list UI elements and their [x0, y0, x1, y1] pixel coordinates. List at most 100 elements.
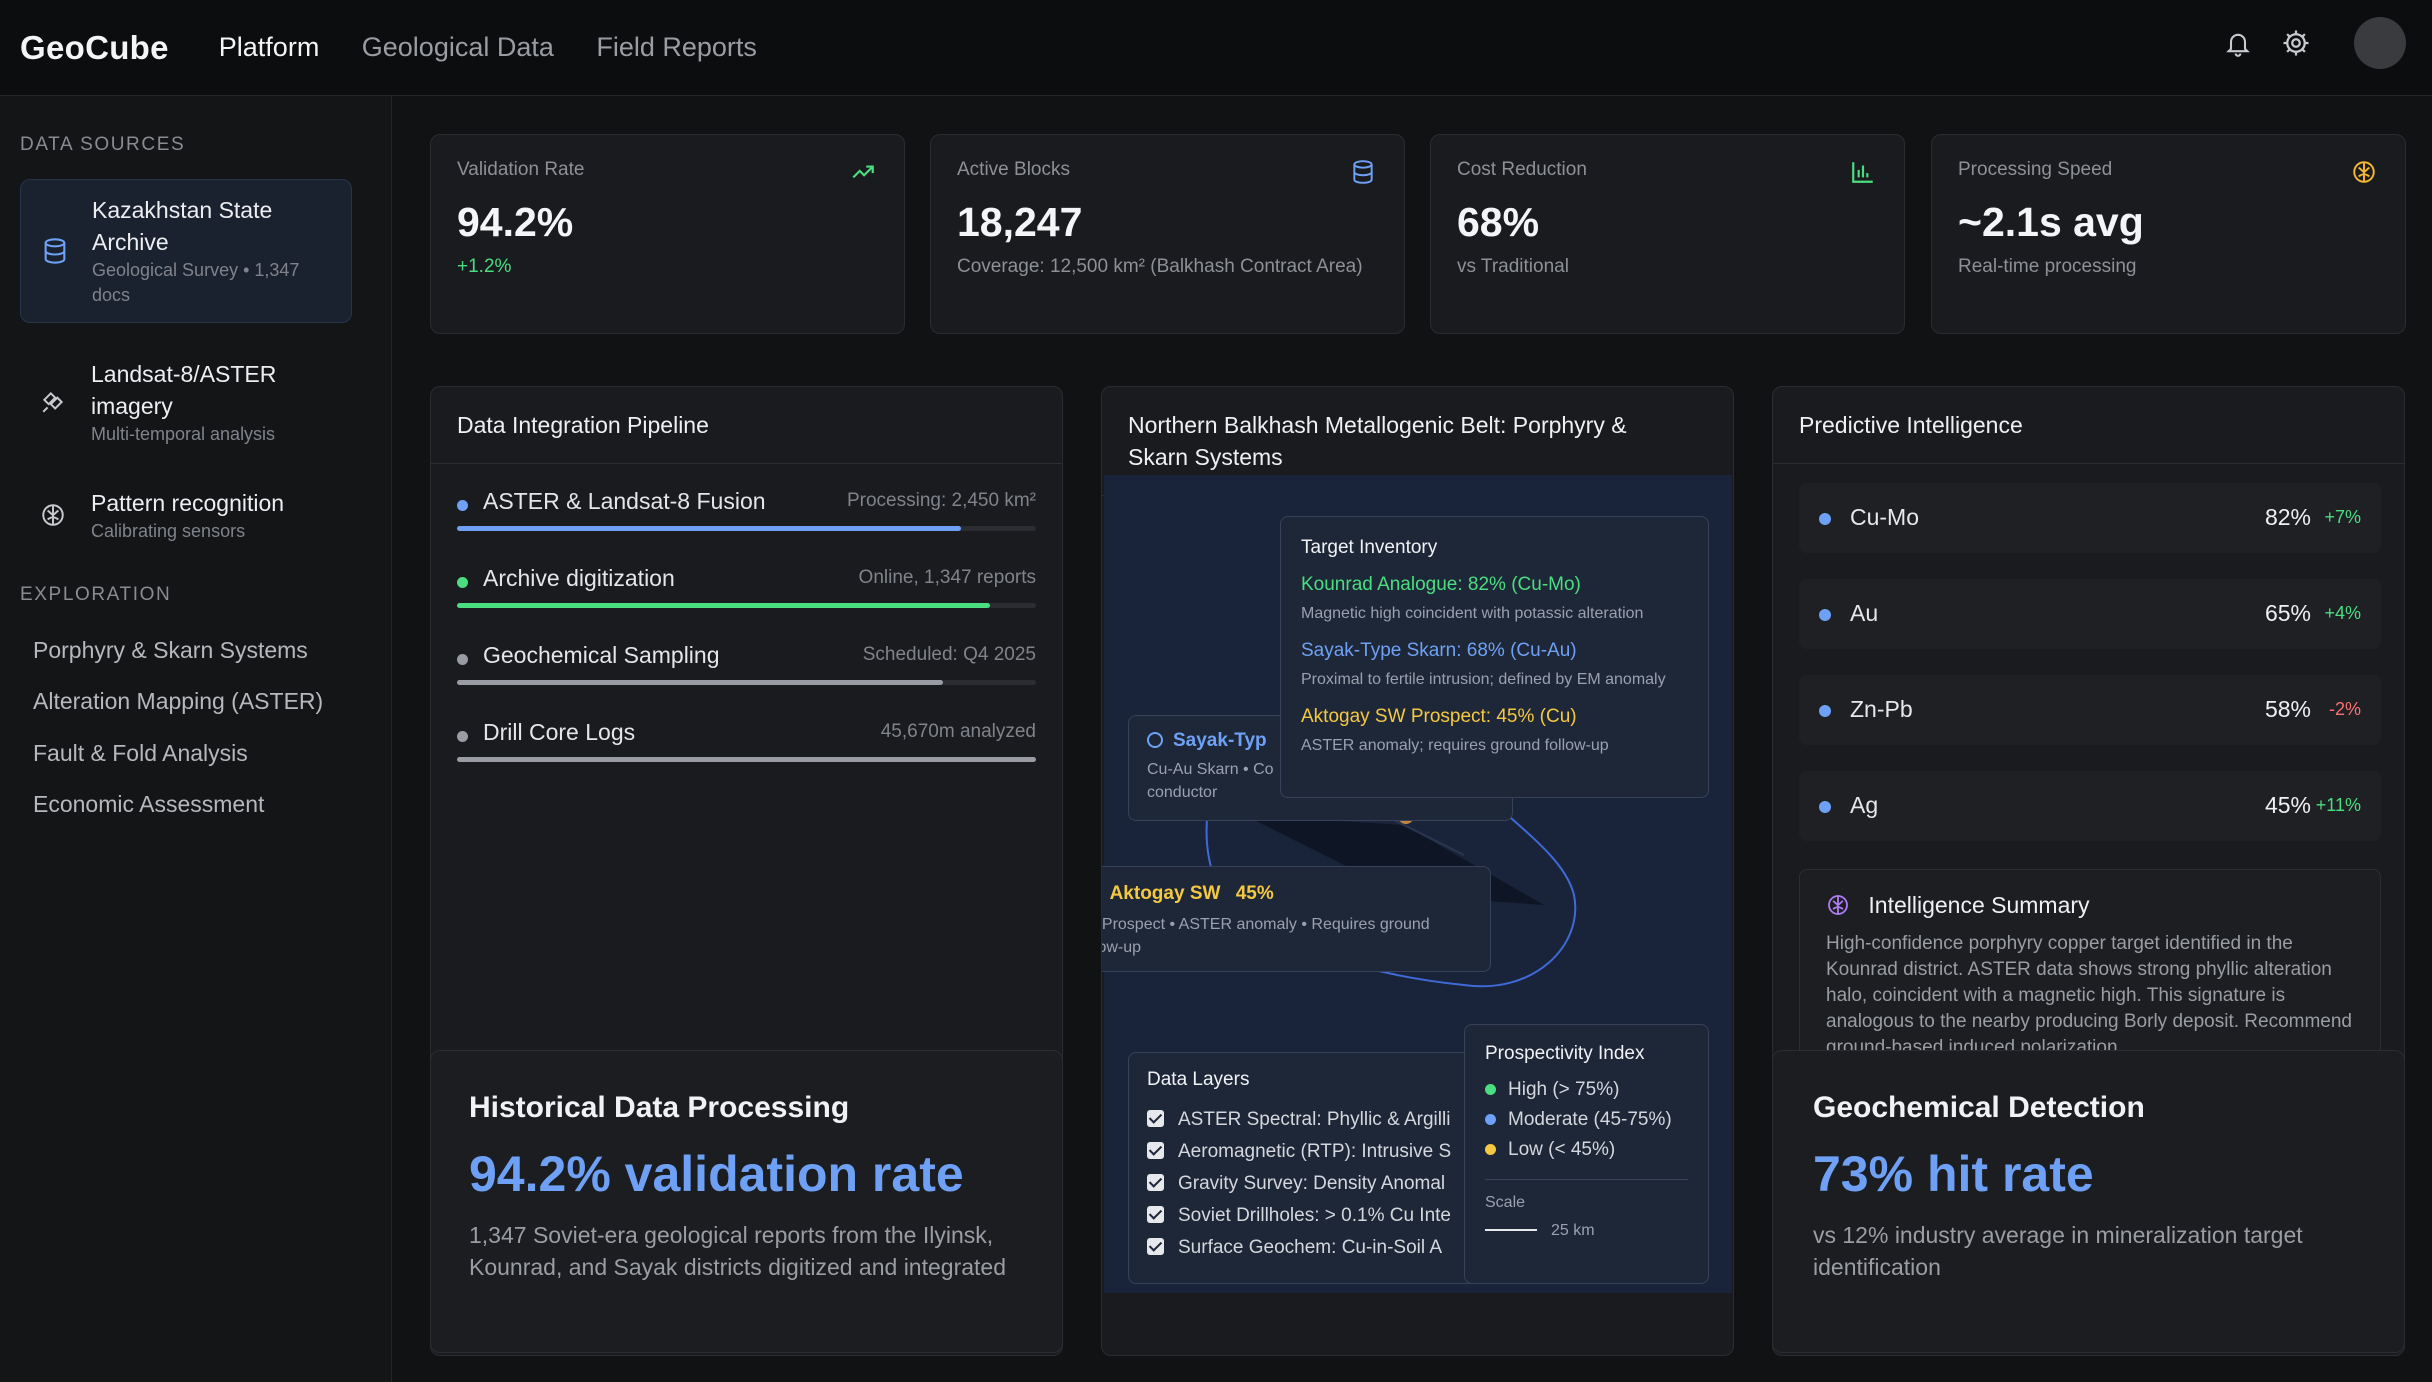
sidebar-item-porphyry-skarn[interactable]: Porphyry & Skarn Systems: [33, 637, 308, 664]
inventory-heading: Target Inventory: [1301, 537, 1438, 558]
summary-title: Intelligence Summary: [1868, 892, 2090, 918]
predictive-title: Predictive Intelligence: [1773, 387, 2404, 464]
sidebar-item-economic-assessment[interactable]: Economic Assessment: [33, 791, 264, 818]
prediction-row[interactable]: Zn-Pb 58% -2%: [1799, 675, 2381, 745]
database-icon: [1350, 159, 1378, 187]
inventory-name: Sayak-Type Skarn: 68% (Cu-Au): [1301, 640, 1577, 661]
inventory-item[interactable]: Kounrad Analogue: 82% (Cu-Mo) Magnetic h…: [1301, 573, 1688, 625]
layer-item[interactable]: ASTER Spectral: Phyllic & Argilli: [1147, 1109, 1450, 1131]
stat-delta: +1.2%: [457, 256, 512, 277]
pipeline-name: ASTER & Landsat-8 Fusion: [483, 488, 766, 514]
intelligence-summary: Intelligence Summary High-confidence por…: [1799, 869, 2381, 1069]
progress-track: [457, 603, 1036, 608]
layer-label: ASTER Spectral: Phyllic & Argilli: [1178, 1109, 1451, 1130]
pipeline-name: Archive digitization: [483, 565, 675, 591]
progress-track: [457, 680, 1036, 685]
pipeline-status: Processing: 2,450 km²: [846, 490, 1036, 511]
stat-label: Processing Speed: [1958, 159, 2113, 180]
nav-platform[interactable]: Platform: [219, 32, 320, 63]
legend-item: Low (< 45%): [1485, 1139, 1688, 1161]
gear-icon[interactable]: [2278, 25, 2314, 61]
stat-card-validation-rate: Validation Rate 94.2% +1.2%: [430, 134, 905, 334]
status-dot: [1819, 705, 1831, 717]
warning-icon: [1102, 883, 1110, 904]
layer-label: Soviet Drillholes: > 0.1% Cu Inte: [1178, 1205, 1451, 1226]
checkbox[interactable]: [1147, 1110, 1164, 1127]
prediction-row[interactable]: Cu-Mo 82% +7%: [1799, 483, 2381, 553]
satellite-icon: [40, 389, 68, 417]
highlight-title: Geochemical Detection: [1813, 1091, 2145, 1124]
checkbox[interactable]: [1147, 1206, 1164, 1223]
aktogay-title: Aktogay SW: [1109, 883, 1221, 904]
stat-label: Cost Reduction: [1457, 159, 1587, 180]
historical-data-card: Historical Data Processing 94.2% validat…: [430, 1050, 1063, 1353]
source-title: Kazakhstan State Archive: [92, 197, 273, 255]
highlight-value: 94.2% validation rate: [469, 1146, 964, 1202]
layer-item[interactable]: Aeromagnetic (RTP): Intrusive S: [1147, 1141, 1451, 1163]
progress-fill: [457, 680, 944, 685]
prediction-row[interactable]: Ag 45% +11%: [1799, 771, 2381, 841]
stat-card-active-blocks: Active Blocks 18,247 Coverage: 12,500 km…: [930, 134, 1405, 334]
pipeline-row[interactable]: Drill Core Logs 45,670m analyzed: [457, 719, 1036, 769]
inventory-item[interactable]: Sayak-Type Skarn: 68% (Cu-Au) Proximal t…: [1301, 639, 1688, 691]
layer-label: Gravity Survey: Density Anomal: [1178, 1173, 1446, 1194]
legend-heading: Prospectivity Index: [1485, 1043, 1645, 1064]
sidebar-item-landsat[interactable]: Landsat-8/ASTER imagery Multi-temporal a…: [20, 344, 352, 461]
legend-label: High (> 75%): [1508, 1079, 1620, 1100]
highlight-title: Historical Data Processing: [469, 1091, 850, 1124]
stat-subtitle: Coverage: 12,500 km² (Balkhash Contract …: [957, 256, 1363, 277]
status-dot: [1819, 801, 1831, 813]
progress-fill: [457, 603, 990, 608]
layer-item[interactable]: Surface Geochem: Cu-in-Soil A: [1147, 1237, 1442, 1259]
prediction-row[interactable]: Au 65% +4%: [1799, 579, 2381, 649]
element-pct: 65%: [2264, 600, 2311, 626]
legend-dot: [1485, 1144, 1496, 1155]
pipeline-row[interactable]: ASTER & Landsat-8 Fusion Processing: 2,4…: [457, 488, 1036, 538]
source-title: Landsat-8/ASTER imagery: [91, 361, 277, 419]
aktogay-tooltip[interactable]: Aktogay SW 45% Cu Prospect • ASTER anoma…: [1101, 866, 1491, 972]
stat-label: Validation Rate: [457, 159, 585, 180]
status-dot: [457, 577, 468, 588]
layer-item[interactable]: Gravity Survey: Density Anomal: [1147, 1173, 1445, 1195]
legend-dot: [1485, 1084, 1496, 1095]
sidebar-item-alteration-mapping[interactable]: Alteration Mapping (ASTER): [33, 688, 323, 715]
pipeline-row[interactable]: Archive digitization Online, 1,347 repor…: [457, 565, 1036, 615]
element-pct: 58%: [2264, 696, 2311, 722]
legend-item: Moderate (45-75%): [1485, 1109, 1688, 1131]
layer-item[interactable]: Soviet Drillholes: > 0.1% Cu Inte: [1147, 1205, 1451, 1227]
element-pct: 45%: [2264, 792, 2311, 818]
aktogay-desc: Cu Prospect • ASTER anomaly • Requires g…: [1101, 916, 1430, 956]
sidebar-item-pattern-recognition[interactable]: Pattern recognition Calibrating sensors: [20, 473, 352, 558]
element-name: Au: [1850, 600, 1879, 626]
brain-icon: [1826, 892, 1868, 918]
sidebar-item-kazakhstan-archive[interactable]: Kazakhstan State Archive Geological Surv…: [20, 179, 352, 323]
bar-chart-icon: [1850, 159, 1878, 187]
checkbox[interactable]: [1147, 1174, 1164, 1191]
app-logo[interactable]: GeoCube: [20, 29, 169, 67]
checkbox[interactable]: [1147, 1142, 1164, 1159]
sidebar-item-fault-fold[interactable]: Fault & Fold Analysis: [33, 740, 248, 767]
nav-field-reports[interactable]: Field Reports: [596, 32, 757, 63]
avatar[interactable]: [2354, 17, 2406, 69]
inventory-item[interactable]: Aktogay SW Prospect: 45% (Cu) ASTER anom…: [1301, 705, 1688, 757]
stat-card-processing-speed: Processing Speed ~2.1s avg Real-time pro…: [1931, 134, 2406, 334]
element-name: Zn-Pb: [1850, 696, 1913, 722]
inventory-name: Kounrad Analogue: 82% (Cu-Mo): [1301, 574, 1581, 595]
aktogay-pct: 45%: [1235, 883, 1274, 904]
element-delta: +11%: [2315, 795, 2361, 815]
element-delta: -2%: [2328, 699, 2361, 719]
progress-track: [457, 757, 1036, 762]
legend-label: Moderate (45-75%): [1508, 1109, 1672, 1130]
source-subtitle: Multi-temporal analysis: [91, 424, 276, 444]
legend-item: High (> 75%): [1485, 1079, 1688, 1101]
checkbox[interactable]: [1147, 1238, 1164, 1255]
brain-icon: [40, 502, 68, 530]
pipeline-row[interactable]: Geochemical Sampling Scheduled: Q4 2025: [457, 642, 1036, 692]
legend-label: Low (< 45%): [1508, 1139, 1616, 1160]
scale-bar: 25 km: [1485, 1222, 1688, 1240]
nav-geological-data[interactable]: Geological Data: [362, 32, 554, 63]
highlight-desc: vs 12% industry average in mineralizatio…: [1813, 1222, 2303, 1280]
target-icon: [1147, 732, 1163, 748]
pipeline-title: Data Integration Pipeline: [431, 387, 1062, 464]
bell-icon[interactable]: [2220, 25, 2256, 61]
